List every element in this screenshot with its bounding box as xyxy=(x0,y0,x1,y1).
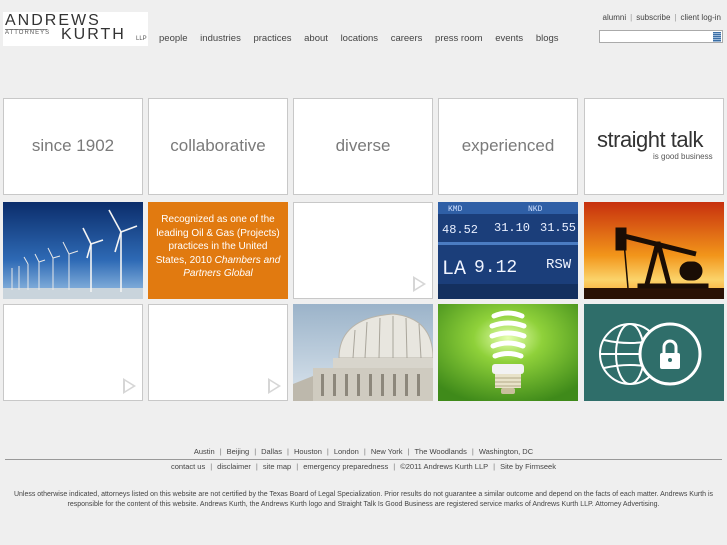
straight-talk-subtitle: is good business xyxy=(653,152,713,161)
client-login-link[interactable]: client log-in xyxy=(681,13,721,22)
wind-turbines-image[interactable] xyxy=(3,202,143,299)
ticker-value-2: 31.10 xyxy=(494,221,530,235)
play-icon[interactable] xyxy=(123,378,136,394)
divider: | xyxy=(493,462,496,471)
subscribe-link[interactable]: subscribe xyxy=(636,13,670,22)
nav-industries[interactable]: industries xyxy=(200,33,241,44)
video-tile-2[interactable] xyxy=(3,304,143,401)
tile-since-1902[interactable]: since 1902 xyxy=(3,98,143,195)
logo-kurth: KURTH xyxy=(61,26,126,43)
footer-divider xyxy=(5,459,722,460)
nav-press-room[interactable]: press room xyxy=(435,33,483,44)
emergency-preparedness-link[interactable]: emergency preparedness xyxy=(303,462,388,471)
tile-straight-talk[interactable]: straight talk is good business xyxy=(584,98,724,195)
nav-events[interactable]: events xyxy=(495,33,523,44)
ticker-rsw: RSW xyxy=(546,257,572,273)
ticker-value-1: 48.52 xyxy=(442,223,478,237)
city-the-woodlands[interactable]: The Woodlands xyxy=(414,447,466,456)
andrews-kurth-logo[interactable]: ANDREWS ATTORNEYS KURTH LLP xyxy=(3,12,148,46)
search-box xyxy=(599,30,723,47)
divider: | xyxy=(255,462,258,471)
logo-attorneys: ATTORNEYS xyxy=(5,30,51,36)
divider: | xyxy=(254,447,257,456)
wind-turbines-illustration xyxy=(3,202,143,299)
play-icon[interactable] xyxy=(413,276,426,292)
search-input[interactable] xyxy=(600,36,714,47)
city-london[interactable]: London xyxy=(334,447,359,456)
oil-pump-image[interactable] xyxy=(584,202,724,299)
ticker-la: LA xyxy=(442,258,466,281)
utility-links: alumni | subscribe | client log-in xyxy=(603,13,721,22)
capitol-dome-image[interactable] xyxy=(293,304,433,401)
ticker-value-3: 31.55 xyxy=(540,221,576,235)
nav-locations[interactable]: locations xyxy=(341,33,379,44)
divider: | xyxy=(393,462,396,471)
nav-people[interactable]: people xyxy=(159,33,188,44)
capitol-dome-illustration xyxy=(293,304,433,401)
logo-llp: LLP xyxy=(136,36,147,42)
video-tile-3[interactable] xyxy=(148,304,288,401)
city-austin[interactable]: Austin xyxy=(194,447,215,456)
divider: | xyxy=(286,447,289,456)
site-by-firmseek-link[interactable]: Site by Firmseek xyxy=(500,462,556,471)
tile-collaborative-label: collaborative xyxy=(170,136,266,155)
divider: | xyxy=(630,13,633,22)
ticker-value-4: 9.12 xyxy=(474,258,517,278)
oil-pump-illustration xyxy=(584,202,724,299)
ticker-nkd: NKD xyxy=(528,205,543,214)
recognition-text: Recognized as one of the leading Oil & G… xyxy=(155,213,281,281)
light-bulb-image[interactable] xyxy=(438,304,578,401)
tile-collaborative[interactable]: collaborative xyxy=(148,98,288,195)
divider: | xyxy=(407,447,410,456)
alumni-link[interactable]: alumni xyxy=(603,13,627,22)
divider: | xyxy=(210,462,213,471)
copyright: ©2011 Andrews Kurth LLP xyxy=(400,462,489,471)
tile-diverse[interactable]: diverse xyxy=(293,98,433,195)
city-houston[interactable]: Houston xyxy=(294,447,322,456)
straight-talk-title: straight talk xyxy=(597,127,704,152)
divider: | xyxy=(471,447,474,456)
stock-ticker-image[interactable]: KMD NKD 48.52 31.10 31.55 LA 9.12 RSW xyxy=(438,202,578,299)
divider: | xyxy=(219,447,222,456)
tile-diverse-label: diverse xyxy=(335,136,391,155)
video-tile-1[interactable] xyxy=(293,202,433,299)
city-beijing[interactable]: Beijing xyxy=(227,447,250,456)
nav-practices[interactable]: practices xyxy=(253,33,291,44)
city-new-york[interactable]: New York xyxy=(371,447,403,456)
divider: | xyxy=(674,13,677,22)
footer-links: contact us | disclaimer | site map | emergency… xyxy=(0,462,727,471)
security-lock-tile[interactable] xyxy=(584,304,724,401)
office-locations: Austin | Beijing | Dallas | Houston | London | New… xyxy=(0,447,727,456)
divider: | xyxy=(363,447,366,456)
divider: | xyxy=(326,447,329,456)
tile-since-label: since 1902 xyxy=(31,136,115,155)
main-nav: people industries practices about locati… xyxy=(159,33,569,44)
play-icon[interactable] xyxy=(268,378,281,394)
globe-lock-illustration xyxy=(584,304,724,401)
search-button-icon[interactable] xyxy=(713,32,721,42)
tile-experienced[interactable]: experienced xyxy=(438,98,578,195)
city-dallas[interactable]: Dallas xyxy=(261,447,282,456)
city-washington-dc[interactable]: Washington, DC xyxy=(479,447,533,456)
tile-experienced-label: experienced xyxy=(461,136,555,155)
nav-careers[interactable]: careers xyxy=(391,33,423,44)
ticker-kmd: KMD xyxy=(448,205,463,214)
disclaimer-link[interactable]: disclaimer xyxy=(217,462,251,471)
divider: | xyxy=(296,462,299,471)
light-bulb-illustration xyxy=(438,304,578,401)
nav-blogs[interactable]: blogs xyxy=(536,33,559,44)
contact-us-link[interactable]: contact us xyxy=(171,462,205,471)
site-map-link[interactable]: site map xyxy=(263,462,291,471)
nav-about[interactable]: about xyxy=(304,33,328,44)
legal-disclaimer: Unless otherwise indicated, attorneys li… xyxy=(13,491,714,508)
stock-ticker-illustration: KMD NKD 48.52 31.10 31.55 LA 9.12 RSW xyxy=(438,202,578,299)
tile-recognition[interactable]: Recognized as one of the leading Oil & G… xyxy=(148,202,288,299)
